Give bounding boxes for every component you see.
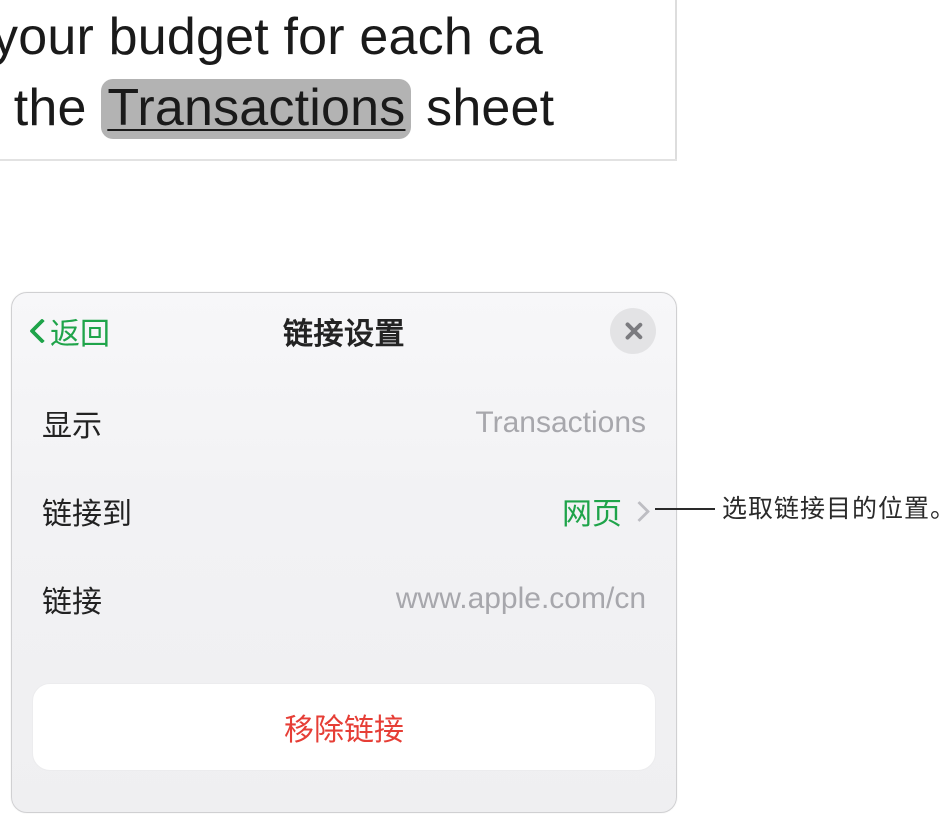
back-button[interactable]: 返回 [30,309,110,353]
right-margin-blank [677,0,952,825]
row-link-url-label: 链接 [42,577,102,621]
row-display-value: Transactions [475,406,646,440]
remove-link-label: 移除链接 [284,705,404,749]
document-line-2: 1 the Transactions sheet [0,73,675,144]
document-separator [0,159,677,161]
row-link-url[interactable]: 链接 www.apple.com/cn [12,555,676,643]
selected-link-text[interactable]: Transactions [101,79,411,139]
row-link-to[interactable]: 链接到 网页 [12,467,676,555]
close-button[interactable] [610,308,656,354]
chevron-left-icon [30,316,48,346]
popover-header: 返回 链接设置 [12,293,676,369]
row-link-to-value: 网页 [562,489,622,533]
remove-link-wrap: 移除链接 [12,643,676,771]
document-text-area[interactable]: your budget for each ca 1 the Transactio… [0,0,677,159]
settings-rows: 显示 Transactions 链接到 网页 链接 www.apple.com/… [12,369,676,643]
row-display-label: 显示 [42,401,102,445]
back-button-label: 返回 [50,309,110,353]
row-display[interactable]: 显示 Transactions [12,379,676,467]
row-link-url-value: www.apple.com/cn [396,582,646,616]
callout-leader-line [655,508,715,510]
document-line-2-prefix: 1 the [0,79,101,137]
remove-link-button[interactable]: 移除链接 [32,683,656,771]
row-link-to-value-wrap: 网页 [562,489,646,533]
hyperlink-text[interactable]: Transactions [107,79,405,137]
document-line-2-suffix: sheet [411,79,554,137]
document-line-1: your budget for each ca [0,2,675,73]
chevron-right-icon [632,499,646,523]
link-settings-popover: 返回 链接设置 显示 Transactions 链接到 网页 链接 www.a [11,292,677,813]
row-link-to-label: 链接到 [42,489,132,533]
popover-title: 链接设置 [283,309,405,353]
callout-text: 选取链接目的位置。 [722,489,952,525]
close-icon [623,321,643,341]
